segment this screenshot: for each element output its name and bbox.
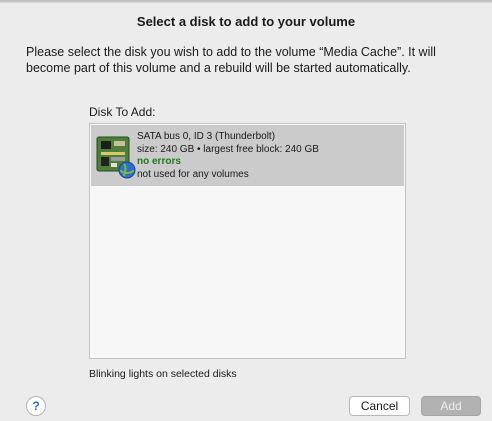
window-top-edge: [0, 0, 492, 3]
dialog-title: Select a disk to add to your volume: [136, 14, 356, 29]
disk-status: no errors: [137, 156, 181, 167]
help-icon: ?: [32, 399, 40, 413]
disk-row-selected[interactable]: SATA bus 0, ID 3 (Thunderbolt) size: 240…: [91, 125, 404, 186]
dialog-message: Please select the disk you wish to add t…: [26, 45, 436, 75]
disk-usage: not used for any volumes: [137, 168, 249, 180]
help-button[interactable]: ?: [26, 396, 46, 416]
disk-size: size: 240 GB • largest free block: 240 G…: [137, 143, 319, 155]
blink-lights-label: Blinking lights on selected disks: [89, 368, 237, 380]
disk-list[interactable]: SATA bus 0, ID 3 (Thunderbolt) size: 240…: [89, 123, 406, 359]
cancel-button[interactable]: Cancel: [349, 396, 410, 416]
disk-details: SATA bus 0, ID 3 (Thunderbolt) size: 240…: [137, 131, 319, 181]
add-button[interactable]: Add: [421, 396, 481, 416]
disk-list-label: Disk To Add:: [89, 105, 156, 119]
hard-drive-icon: [96, 135, 138, 181]
disk-name: SATA bus 0, ID 3 (Thunderbolt): [137, 131, 276, 142]
